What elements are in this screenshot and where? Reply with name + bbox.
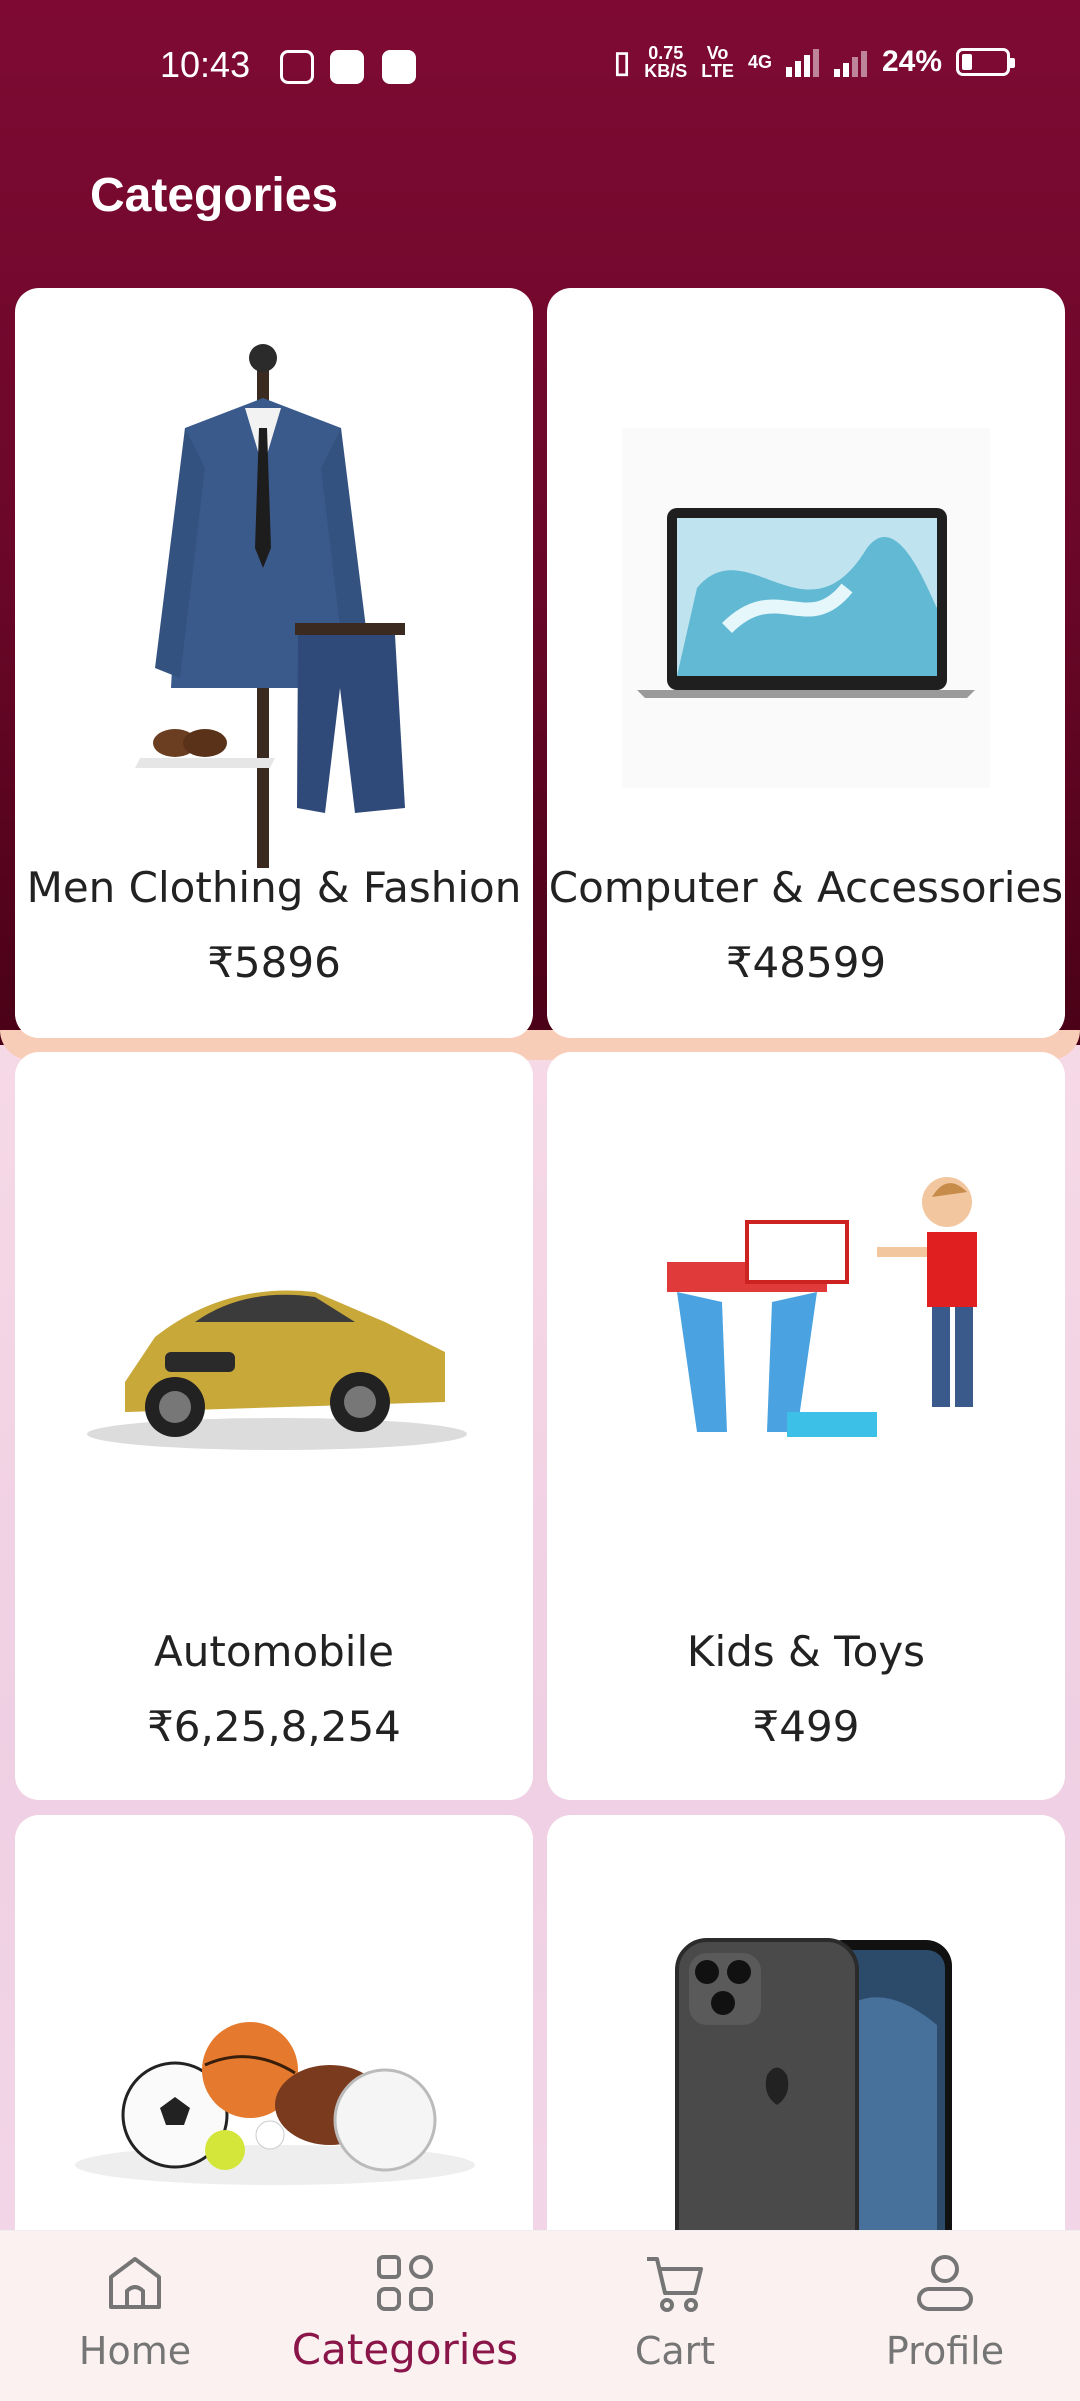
nav-home[interactable]: Home [0,2231,270,2401]
grid-icon [377,2255,433,2311]
status-time: 10:43 [160,44,251,85]
app-notification-icon [330,50,364,84]
category-price: ₹48599 [725,938,887,987]
nav-categories[interactable]: Categories [270,2231,540,2401]
network-speed: 0.75 KB/S [644,43,688,81]
category-price: ₹5896 [207,938,341,987]
category-price: ₹6,25,8,254 [147,1702,401,1751]
signal-bars-2-icon [833,51,867,77]
battery-icon [956,48,1015,76]
status-bar: 10:43 ▯ 0.75 KB/S Vo LTE 4G 24% [0,0,1080,136]
signal-bars-icon [785,49,819,77]
laptop-image [622,428,990,788]
nav-profile-label: Profile [885,2329,1005,2373]
bottom-navigation: Home Categories Cart Profile [0,2230,1080,2401]
status-right-group: ▯ 0.75 KB/S Vo LTE 4G 24% [613,43,1015,81]
nav-cart[interactable]: Cart [540,2231,810,2401]
category-name: Computer & Accessories [548,863,1064,912]
linkedin-icon [382,50,416,84]
suit-image [135,344,405,868]
battery-percent: 24% [881,45,942,78]
profile-icon [917,2255,973,2311]
page-title: Categories [90,169,339,222]
nav-home-label: Home [78,2329,192,2373]
cart-icon [647,2257,703,2312]
nav-profile[interactable]: Profile [810,2231,1080,2401]
category-card-computer[interactable]: Computer & Accessories ₹48599 [547,288,1065,1038]
signal-4g-label: 4G [747,51,772,72]
volte-indicator: Vo LTE [701,43,734,81]
instagram-icon [280,50,314,84]
category-card-automobile[interactable]: Automobile ₹6,25,8,254 [15,1052,533,1800]
car-image [87,1290,467,1450]
category-card-kids-toys[interactable]: Kids & Toys ₹499 [547,1052,1065,1800]
category-card-men-clothing[interactable]: Men Clothing & Fashion ₹5896 [15,288,533,1038]
nav-cart-label: Cart [634,2329,716,2373]
category-name: Men Clothing & Fashion [26,863,522,912]
home-icon [109,2257,161,2309]
category-price: ₹499 [752,1702,860,1751]
category-name: Kids & Toys [686,1627,926,1676]
toy-desk-image [667,1177,977,1437]
vibrate-icon: ▯ [613,45,631,79]
category-name: Automobile [154,1627,394,1676]
nav-categories-label: Categories [291,2325,519,2374]
